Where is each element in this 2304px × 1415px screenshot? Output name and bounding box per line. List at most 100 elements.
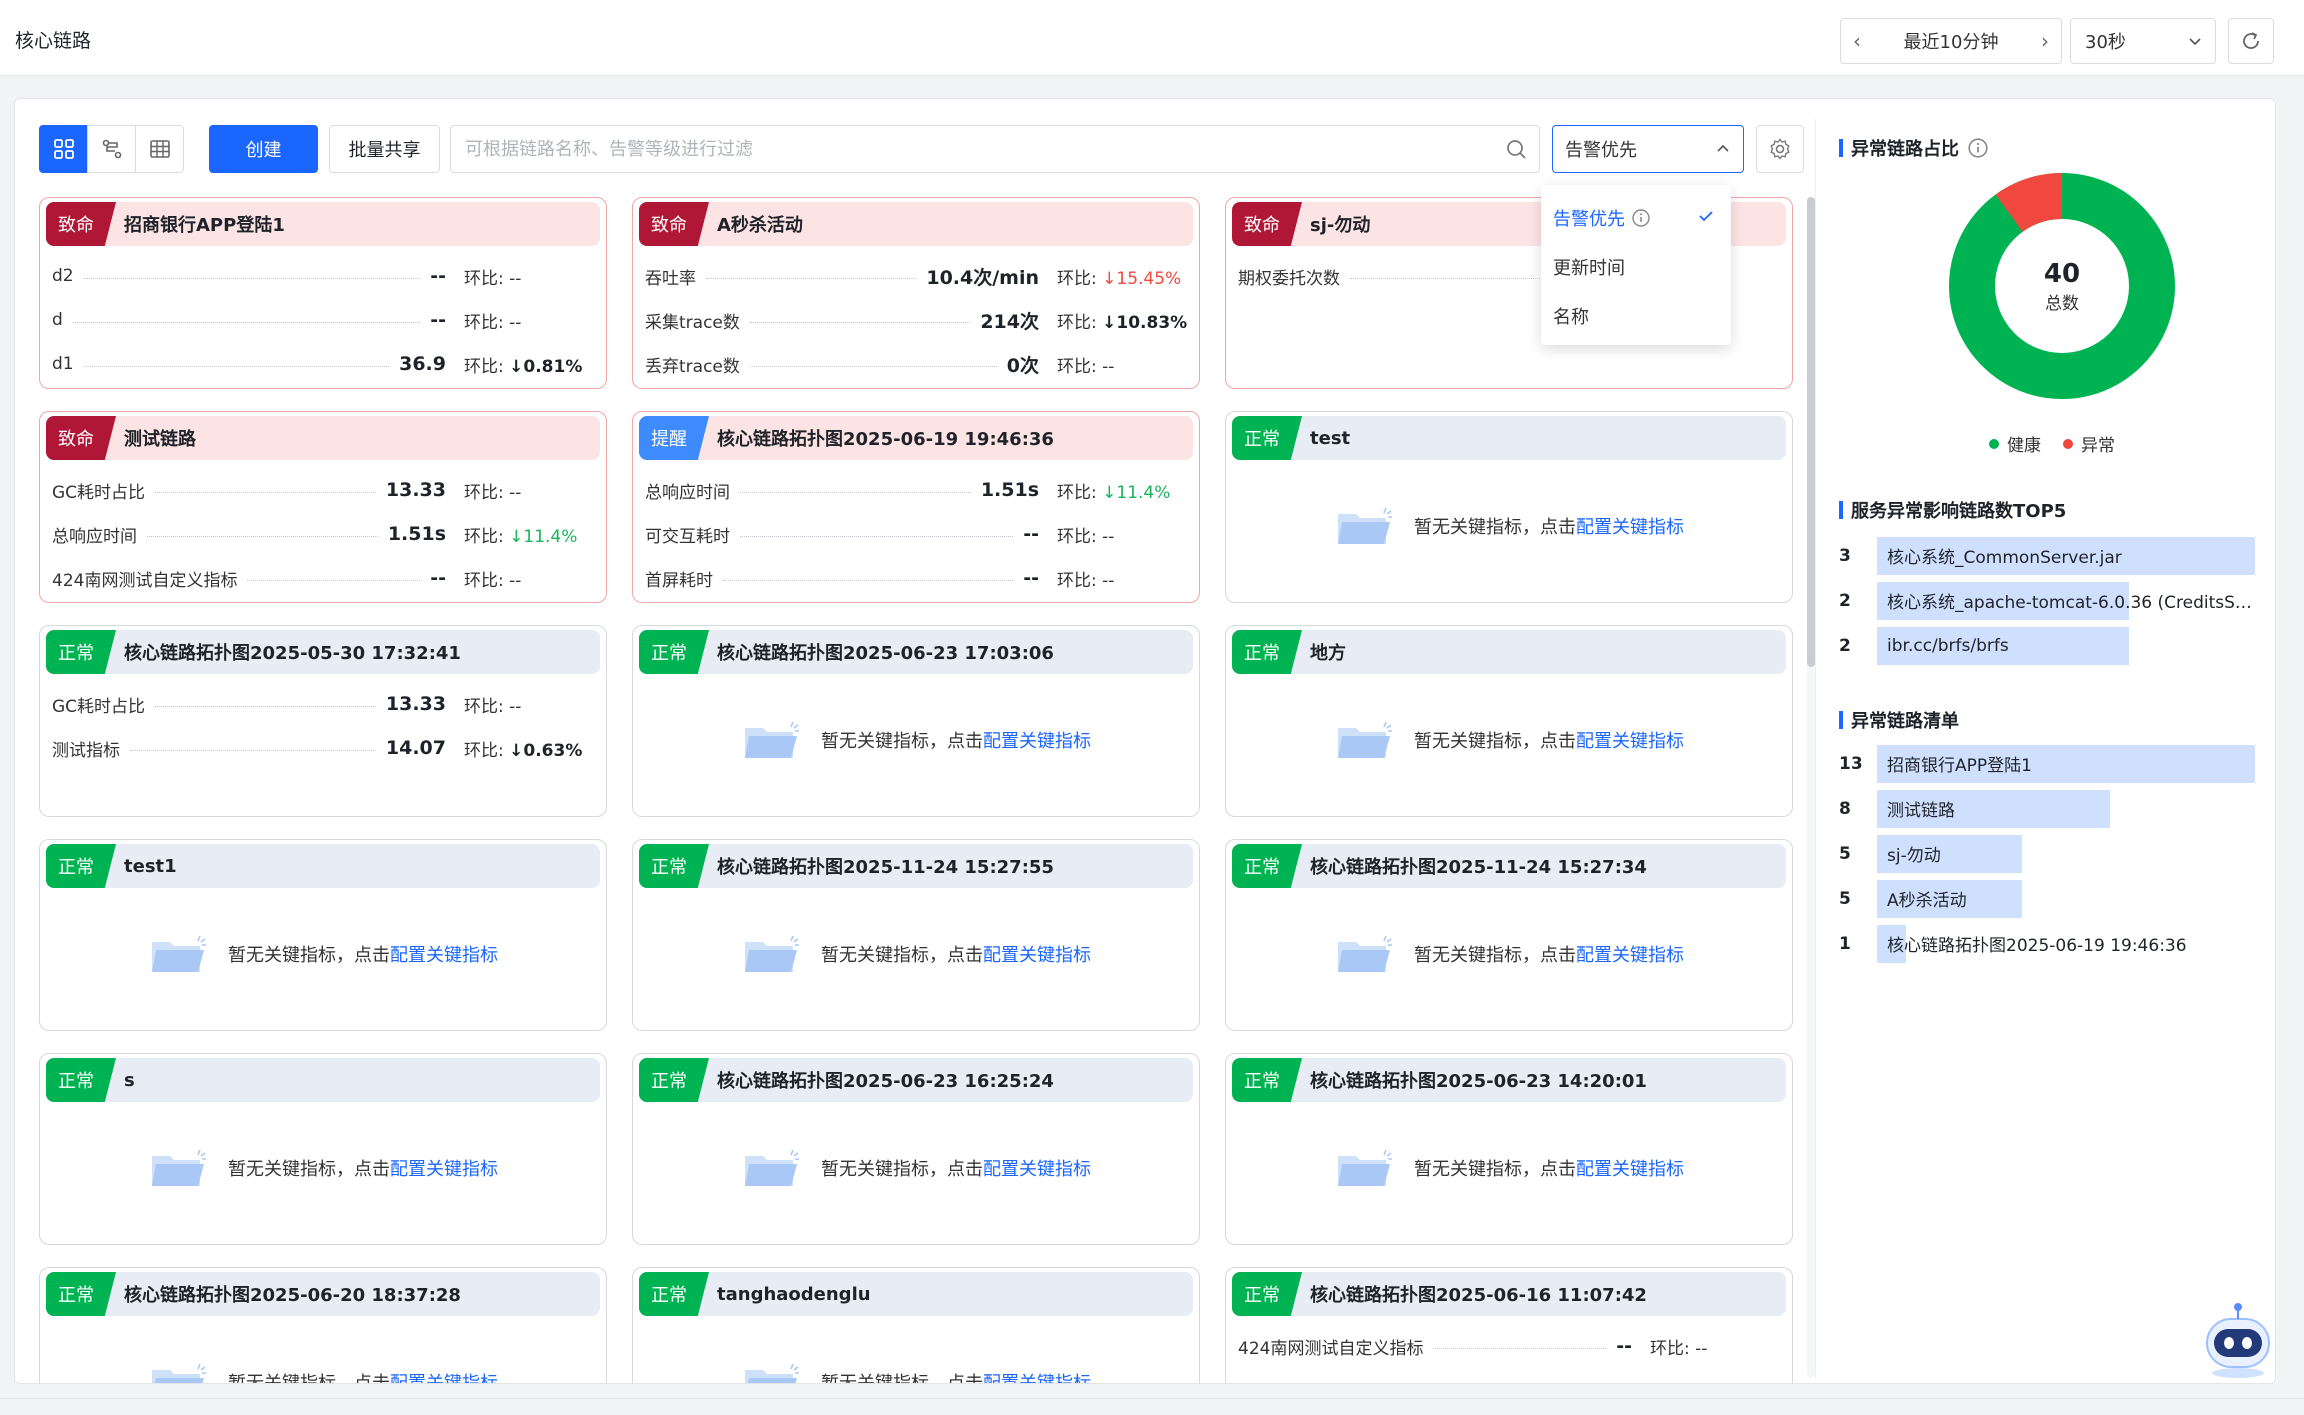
link-card[interactable]: 正常 核心链路拓扑图2025-06-16 11:07:42 424南网测试自定义指标… bbox=[1225, 1267, 1793, 1383]
card-title[interactable]: 地方 bbox=[1310, 639, 1346, 665]
toolbar: 创建 批量共享 告警优先 bbox=[39, 125, 1804, 173]
create-button[interactable]: 创建 bbox=[209, 125, 318, 173]
link-card[interactable]: 提醒 核心链路拓扑图2025-06-19 19:46:36 总响应时间 1.51s 环比… bbox=[632, 411, 1200, 603]
assistant-robot-icon[interactable] bbox=[2197, 1299, 2276, 1381]
card-title[interactable]: test1 bbox=[124, 856, 177, 877]
refresh-interval-select[interactable]: 30秒 bbox=[2070, 18, 2216, 64]
card-header: 正常 核心链路拓扑图2025-11-24 15:27:34 bbox=[1232, 844, 1786, 888]
link-card[interactable]: 正常 核心链路拓扑图2025-11-24 15:27:34 暂无关键指标，点击 配置关… bbox=[1225, 839, 1793, 1031]
legend-item-abnormal[interactable]: 异常 bbox=[2063, 431, 2115, 456]
link-card[interactable]: 正常 核心链路拓扑图2025-11-24 15:27:55 暂无关键指标，点击 配置关… bbox=[632, 839, 1200, 1031]
configure-metrics-link[interactable]: 配置关键指标 bbox=[390, 1155, 498, 1181]
empty-state: 暂无关键指标，点击 配置关键指标 bbox=[633, 718, 1199, 762]
configure-metrics-link[interactable]: 配置关键指标 bbox=[983, 727, 1091, 753]
card-title[interactable]: 核心链路拓扑图2025-06-16 11:07:42 bbox=[1310, 1281, 1647, 1307]
refresh-button[interactable] bbox=[2228, 18, 2274, 64]
topology-view-button[interactable] bbox=[87, 125, 136, 173]
search-input[interactable] bbox=[463, 137, 1505, 161]
compare-value: -- bbox=[509, 697, 521, 717]
chevron-left-icon[interactable]: ‹ bbox=[1853, 29, 1861, 53]
info-icon[interactable] bbox=[1967, 137, 1989, 159]
compare-label: 环比: bbox=[1057, 356, 1097, 377]
link-card[interactable]: 正常 s 暂无关键指标，点击 配置关键指标 bbox=[39, 1053, 607, 1245]
card-title[interactable]: 核心链路拓扑图2025-05-30 17:32:41 bbox=[124, 639, 461, 665]
link-card[interactable]: 正常 test1 暂无关键指标，点击 配置关键指标 bbox=[39, 839, 607, 1031]
card-title[interactable]: tanghaodenglu bbox=[717, 1284, 871, 1305]
link-card[interactable]: 正常 tanghaodenglu 暂无关键指标，点击 配置关键指标 bbox=[632, 1267, 1200, 1383]
rank-row[interactable]: 5 sj-勿动 bbox=[1839, 831, 2259, 876]
configure-metrics-link[interactable]: 配置关键指标 bbox=[1576, 941, 1684, 967]
card-title[interactable]: 核心链路拓扑图2025-06-23 17:03:06 bbox=[717, 639, 1054, 665]
card-view-button[interactable] bbox=[39, 125, 88, 173]
scrollbar-thumb[interactable] bbox=[1807, 197, 1815, 667]
card-title[interactable]: test bbox=[1310, 428, 1350, 449]
configure-metrics-link[interactable]: 配置关键指标 bbox=[983, 1369, 1091, 1383]
configure-metrics-link[interactable]: 配置关键指标 bbox=[1576, 1155, 1684, 1181]
search-icon[interactable] bbox=[1505, 138, 1527, 160]
link-card[interactable]: 正常 核心链路拓扑图2025-06-23 17:03:06 暂无关键指标，点击 配置关… bbox=[632, 625, 1200, 817]
metric-list: GC耗时占比 13.33 环比: -- 测试指标 14.07 环比: ↓0.63% bbox=[52, 682, 596, 770]
rank-row[interactable]: 5 A秒杀活动 bbox=[1839, 876, 2259, 921]
link-card[interactable]: 正常 核心链路拓扑图2025-06-20 18:37:28 暂无关键指标，点击 配置关… bbox=[39, 1267, 607, 1383]
configure-metrics-link[interactable]: 配置关键指标 bbox=[390, 1369, 498, 1383]
configure-metrics-link[interactable]: 配置关键指标 bbox=[983, 1155, 1091, 1181]
link-card[interactable]: 正常 地方 暂无关键指标，点击 配置关键指标 bbox=[1225, 625, 1793, 817]
status-badge: 致命 bbox=[1232, 202, 1302, 246]
card-title[interactable]: sj-勿动 bbox=[1310, 211, 1370, 237]
rank-name: 核心链路拓扑图2025-06-19 19:46:36 bbox=[1887, 936, 2187, 956]
rank-row[interactable]: 1 核心链路拓扑图2025-06-19 19:46:36 bbox=[1839, 921, 2259, 966]
link-card[interactable]: 正常 核心链路拓扑图2025-05-30 17:32:41 GC耗时占比 13.33 环… bbox=[39, 625, 607, 817]
metric-compare: 环比: ↓0.81% bbox=[464, 352, 596, 377]
settings-button[interactable] bbox=[1756, 125, 1804, 173]
sort-option-label: 名称 bbox=[1553, 306, 1589, 328]
empty-text: 暂无关键指标，点击 bbox=[228, 1159, 390, 1180]
metric-compare: 环比: -- bbox=[464, 566, 596, 591]
legend-item-healthy[interactable]: 健康 bbox=[1989, 431, 2041, 456]
card-title[interactable]: 招商银行APP登陆1 bbox=[124, 211, 285, 237]
link-card[interactable]: 正常 核心链路拓扑图2025-06-23 14:20:01 暂无关键指标，点击 配置关… bbox=[1225, 1053, 1793, 1245]
metric-compare: 环比: ↓11.4% bbox=[1057, 478, 1189, 503]
configure-metrics-link[interactable]: 配置关键指标 bbox=[1576, 513, 1684, 539]
link-card[interactable]: 致命 A秒杀活动 吞吐率 10.4次/min 环比: ↓15.45% 采集trace数 21… bbox=[632, 197, 1200, 389]
card-title[interactable]: s bbox=[124, 1070, 135, 1091]
table-view-button[interactable] bbox=[135, 125, 184, 173]
empty-folder-icon bbox=[1338, 1149, 1392, 1186]
chevron-up-icon bbox=[1717, 144, 1729, 152]
compare-label: 环比: bbox=[464, 570, 504, 591]
link-card[interactable]: 正常 test 暂无关键指标，点击 配置关键指标 bbox=[1225, 411, 1793, 603]
configure-metrics-link[interactable]: 配置关键指标 bbox=[1576, 727, 1684, 753]
rank-row[interactable]: 8 测试链路 bbox=[1839, 786, 2259, 831]
sort-option-alert-priority[interactable]: 告警优先 bbox=[1541, 193, 1731, 242]
card-title[interactable]: A秒杀活动 bbox=[717, 211, 803, 237]
chevron-right-icon[interactable]: › bbox=[2041, 29, 2049, 53]
abnormal-ratio-donut-chart: 40 总数 bbox=[1947, 171, 2177, 401]
title-accent-bar bbox=[1839, 711, 1843, 729]
sort-option-update-time[interactable]: 更新时间 bbox=[1541, 242, 1731, 291]
dotted-leader bbox=[723, 579, 1014, 581]
card-title[interactable]: 核心链路拓扑图2025-06-19 19:46:36 bbox=[717, 425, 1054, 451]
vertical-scrollbar[interactable] bbox=[1807, 197, 1815, 1377]
batch-share-button[interactable]: 批量共享 bbox=[329, 125, 440, 173]
rank-row[interactable]: 3 核心系统_CommonServer.jar bbox=[1839, 533, 2259, 578]
card-title[interactable]: 核心链路拓扑图2025-11-24 15:27:55 bbox=[717, 853, 1054, 879]
card-title[interactable]: 核心链路拓扑图2025-06-23 14:20:01 bbox=[1310, 1067, 1647, 1093]
dotted-leader bbox=[740, 491, 971, 493]
donut-total-label: 总数 bbox=[2045, 293, 2079, 314]
rank-row[interactable]: 2 核心系统_apache-tomcat-6.0.36 (CreditsSh... bbox=[1839, 578, 2259, 623]
link-card[interactable]: 正常 核心链路拓扑图2025-06-23 16:25:24 暂无关键指标，点击 配置关… bbox=[632, 1053, 1200, 1245]
time-range-picker[interactable]: ‹ 最近10分钟 › bbox=[1840, 18, 2062, 64]
card-title[interactable]: 核心链路拓扑图2025-06-23 16:25:24 bbox=[717, 1067, 1054, 1093]
rank-row[interactable]: 2 ibr.cc/brfs/brfs bbox=[1839, 623, 2259, 668]
sort-select[interactable]: 告警优先 bbox=[1552, 125, 1744, 173]
link-card[interactable]: 致命 招商银行APP登陆1 d2 -- 环比: -- d -- 环比: -- d1 36.9 环比:… bbox=[39, 197, 607, 389]
sort-option-name[interactable]: 名称 bbox=[1541, 291, 1731, 340]
configure-metrics-link[interactable]: 配置关键指标 bbox=[983, 941, 1091, 967]
card-title[interactable]: 核心链路拓扑图2025-11-24 15:27:34 bbox=[1310, 853, 1647, 879]
configure-metrics-link[interactable]: 配置关键指标 bbox=[390, 941, 498, 967]
dotted-leader bbox=[749, 321, 971, 323]
rank-row[interactable]: 13 招商银行APP登陆1 bbox=[1839, 741, 2259, 786]
panel-divider bbox=[1815, 119, 1816, 1379]
card-title[interactable]: 测试链路 bbox=[124, 425, 196, 451]
card-title[interactable]: 核心链路拓扑图2025-06-20 18:37:28 bbox=[124, 1281, 461, 1307]
link-card[interactable]: 致命 测试链路 GC耗时占比 13.33 环比: -- 总响应时间 1.51s 环比: ↓11… bbox=[39, 411, 607, 603]
